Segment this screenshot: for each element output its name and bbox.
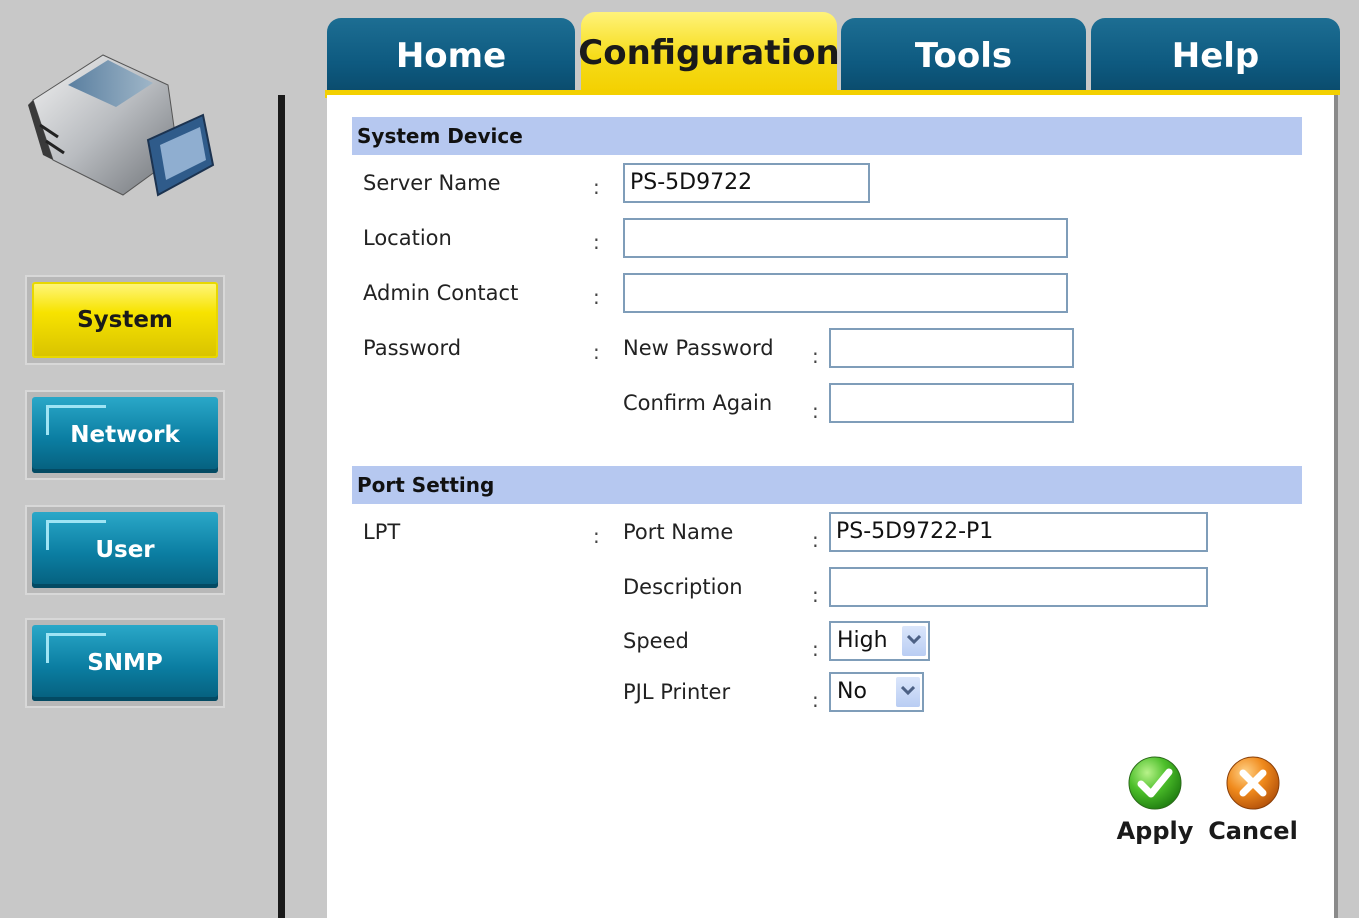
colon: :	[812, 637, 819, 661]
colon: :	[812, 344, 819, 368]
port-name-input[interactable]: PS-5D9722-P1	[829, 512, 1208, 552]
description-input[interactable]	[829, 567, 1208, 607]
port-name-label: Port Name	[623, 520, 734, 544]
colon: :	[593, 285, 600, 309]
orange-x-icon	[1226, 756, 1280, 810]
cancel-button[interactable]: Cancel	[1208, 755, 1298, 855]
right-gutter	[1338, 95, 1359, 918]
location-label: Location	[363, 226, 452, 250]
pjl-printer-select[interactable]: No	[829, 672, 924, 712]
tab-help[interactable]: Help	[1091, 18, 1340, 93]
server-name-label: Server Name	[363, 171, 501, 195]
tab-label: Home	[395, 35, 507, 76]
tab-label: Help	[1171, 35, 1260, 76]
password-label: Password	[363, 336, 462, 360]
sidebar-item-snmp[interactable]: SNMP	[25, 618, 225, 708]
description-label: Description	[623, 575, 743, 599]
colon: :	[593, 340, 600, 364]
sidebar-item-label: User	[32, 512, 218, 588]
sidebar-item-label: SNMP	[32, 625, 218, 701]
server-name-input[interactable]: PS-5D9722	[623, 163, 870, 203]
sidebar: System Network User SNMP	[0, 0, 278, 918]
colon: :	[593, 175, 600, 199]
chevron-down-icon[interactable]	[896, 677, 920, 707]
tab-configuration[interactable]: Configuration	[578, 12, 840, 93]
tab-tools[interactable]: Tools	[841, 18, 1086, 93]
section-header-port-setting: Port Setting	[352, 466, 1302, 504]
sidebar-item-label: Network	[32, 397, 218, 473]
location-input[interactable]	[623, 218, 1068, 258]
speed-label: Speed	[623, 629, 689, 653]
apply-label: Apply	[1116, 817, 1194, 845]
chevron-down-icon[interactable]	[902, 626, 926, 656]
tab-label: Configuration	[578, 32, 840, 73]
sidebar-item-user[interactable]: User	[25, 505, 225, 595]
gutter	[285, 0, 325, 918]
section-header-system-device: System Device	[352, 117, 1302, 155]
sidebar-divider	[278, 95, 285, 918]
confirm-again-label: Confirm Again	[623, 391, 773, 415]
new-password-label: New Password	[623, 336, 774, 360]
main-content: System Device Server Name : PS-5D9722 Lo…	[327, 95, 1334, 918]
pjl-printer-label: PJL Printer	[623, 680, 731, 704]
colon: :	[812, 399, 819, 423]
colon: :	[812, 688, 819, 712]
sidebar-item-network[interactable]: Network	[25, 390, 225, 480]
colon: :	[593, 524, 600, 548]
tab-label: Tools	[914, 35, 1013, 76]
tab-home[interactable]: Home	[327, 18, 575, 93]
admin-contact-input[interactable]	[623, 273, 1068, 313]
sidebar-item-label: System	[32, 282, 218, 358]
admin-contact-label: Admin Contact	[363, 281, 519, 305]
colon: :	[812, 583, 819, 607]
sidebar-item-system[interactable]: System	[25, 275, 225, 365]
print-server-device-image	[28, 54, 215, 197]
speed-select[interactable]: High	[829, 621, 930, 661]
colon: :	[812, 528, 819, 552]
confirm-password-input[interactable]	[829, 383, 1074, 423]
cancel-label: Cancel	[1208, 817, 1298, 845]
lpt-label: LPT	[363, 520, 401, 544]
green-check-icon	[1128, 756, 1182, 810]
colon: :	[593, 230, 600, 254]
speed-selected-value: High	[837, 628, 888, 653]
pjl-selected-value: No	[837, 679, 867, 704]
new-password-input[interactable]	[829, 328, 1074, 368]
apply-button[interactable]: Apply	[1110, 755, 1200, 855]
tab-bar: Home Configuration Tools Help	[325, 10, 1340, 98]
